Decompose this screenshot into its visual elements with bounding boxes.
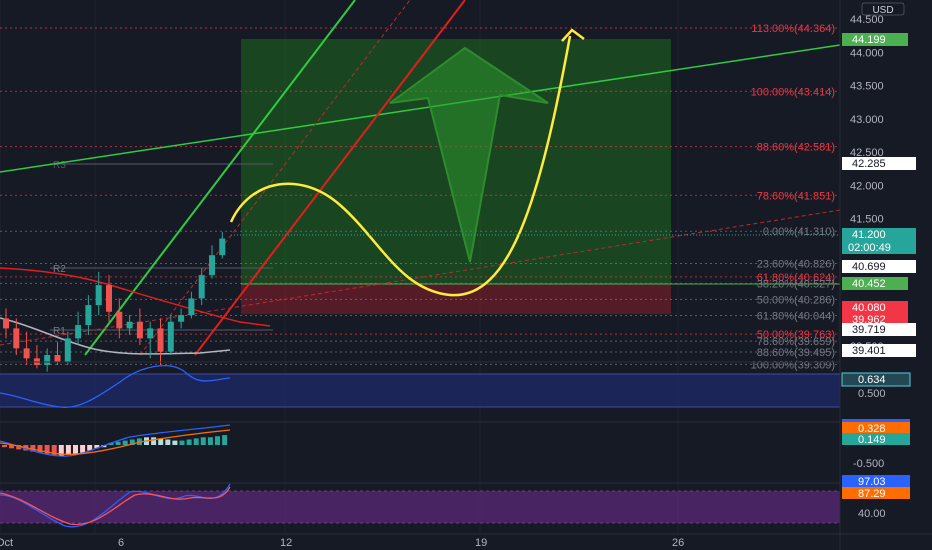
price-tick: 43.000 xyxy=(850,114,884,126)
fib-label: 100.00%(43.414) xyxy=(751,86,835,98)
fib-label: 23.60%(40.826) xyxy=(757,258,835,270)
candle-body xyxy=(44,355,51,365)
candle-body xyxy=(75,325,82,339)
fib-label: 61.80%(40.044) xyxy=(757,310,835,322)
candle-body xyxy=(178,315,185,322)
macd-bar xyxy=(186,439,192,445)
tag-rsi-text: 0.634 xyxy=(858,374,886,386)
macd-bar xyxy=(122,440,128,445)
candle-body xyxy=(126,321,133,329)
tag-macd-2-text: 0.149 xyxy=(858,434,886,446)
tag-39401-text: 39.401 xyxy=(852,345,886,357)
fib-label: 50.00%(40.286) xyxy=(757,294,835,306)
macd-bar xyxy=(193,438,199,445)
candle-body xyxy=(198,275,205,299)
stoch-level: 40.00 xyxy=(858,508,886,520)
macd-bar xyxy=(207,437,213,445)
candle-body xyxy=(85,305,92,326)
candle-body xyxy=(147,328,154,339)
price-tick: 41.500 xyxy=(850,214,884,226)
candle-body xyxy=(3,318,9,329)
fib-label: 88.60%(39.495) xyxy=(757,347,835,359)
time-label-19: 19 xyxy=(475,537,487,549)
macd-bar xyxy=(222,435,228,445)
candle-body xyxy=(13,328,20,349)
fib-label: 38.20%(40.527) xyxy=(757,278,835,290)
fib-label: 78.60%(41.851) xyxy=(757,190,835,202)
candle-body xyxy=(167,321,174,352)
macd-bar xyxy=(151,437,157,445)
pivot-r1: R1 xyxy=(53,326,66,337)
fib-label: 88.60%(42.581) xyxy=(757,142,835,154)
macd-zero-level: -0.500 xyxy=(853,458,884,470)
tag-40699-text: 40.699 xyxy=(852,261,886,273)
price-tick: 44.500 xyxy=(850,14,884,26)
fib-label: 113.00%(44.364) xyxy=(751,23,835,35)
candle-body xyxy=(219,238,226,256)
macd-bar xyxy=(172,440,178,445)
time-label-6: 6 xyxy=(118,537,124,549)
macd-bar xyxy=(2,445,7,448)
macd-bar xyxy=(165,439,171,445)
macd-bar xyxy=(179,440,185,445)
macd-bar xyxy=(65,445,71,455)
macd-bar xyxy=(115,441,121,445)
fib-label: 100.00%(39.309) xyxy=(751,359,835,371)
tag-stoch-1-text: 97.03 xyxy=(858,476,886,488)
price-tick: 42.000 xyxy=(850,180,884,192)
macd-accent xyxy=(842,419,910,422)
price-tick: 44.000 xyxy=(850,47,884,59)
tag-40452-text: 40.452 xyxy=(852,278,886,290)
tag-stoch-2-text: 87.29 xyxy=(858,488,886,500)
macd-bar xyxy=(73,445,78,454)
time-label-12: 12 xyxy=(280,537,292,549)
candle-body xyxy=(54,355,61,362)
candle-body xyxy=(95,285,102,306)
fib-label: 0.00%(41.310) xyxy=(763,226,835,238)
tag-44199-text: 44.199 xyxy=(852,34,886,46)
time-label-oct: Oct xyxy=(0,537,13,549)
rsi-level: 0.500 xyxy=(858,388,886,400)
price-tick: 43.500 xyxy=(850,81,884,93)
time-label-26: 26 xyxy=(672,537,684,549)
tag-42285-text: 42.285 xyxy=(852,158,886,170)
tag-price-text: 41.200 xyxy=(852,229,886,241)
tag-39719-text: 39.719 xyxy=(852,324,886,336)
candle-body xyxy=(23,348,30,359)
candle-body xyxy=(64,338,71,362)
candle-body xyxy=(209,255,215,276)
macd-bar xyxy=(200,437,206,445)
candle-body xyxy=(157,328,164,352)
rsi-band xyxy=(0,374,840,407)
macd-bar xyxy=(80,445,86,453)
stoch-band xyxy=(0,491,840,523)
candle-body xyxy=(136,321,143,339)
tag-countdown-text: 02:00:49 xyxy=(848,242,891,254)
candle-body xyxy=(116,311,123,329)
candle-body xyxy=(106,285,112,312)
macd-bar xyxy=(215,436,220,445)
chart-canvas[interactable]: 113.00%(44.364) 100.00%(43.414) 88.60%(42.… xyxy=(0,0,932,550)
tag-40080-text: 40.080 xyxy=(852,302,886,314)
candle-body xyxy=(188,298,195,316)
